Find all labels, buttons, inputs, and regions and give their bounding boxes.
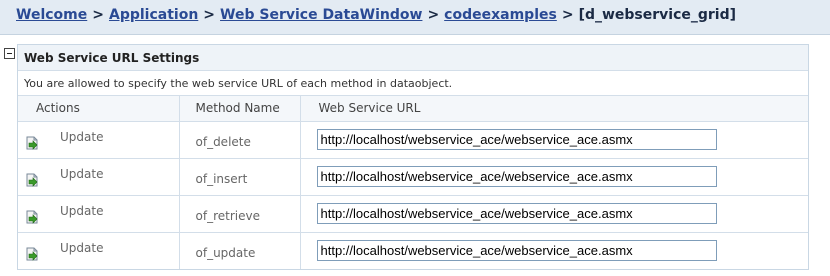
- table-row: Update of_delete: [18, 121, 808, 159]
- update-link[interactable]: Update: [60, 130, 103, 144]
- method-name-cell: of_insert: [179, 158, 301, 196]
- breadcrumb-link-codeexamples[interactable]: codeexamples: [444, 7, 557, 23]
- web-service-url-input[interactable]: [316, 240, 717, 262]
- method-name: of_retrieve: [195, 208, 260, 223]
- breadcrumb-separator: >: [203, 7, 216, 23]
- update-link[interactable]: Update: [60, 167, 103, 181]
- update-arrow-icon[interactable]: [26, 210, 40, 225]
- action-cell: Update: [18, 195, 180, 233]
- breadcrumb-link-application[interactable]: Application: [109, 7, 198, 23]
- column-header-web-service-url: Web Service URL: [300, 96, 808, 122]
- table-row: Update of_insert: [18, 158, 808, 196]
- grid-header-row: Actions Method Name Web Service URL: [18, 96, 808, 122]
- web-service-url-input[interactable]: [316, 129, 717, 150]
- column-header-method-name: Method Name: [179, 96, 301, 122]
- update-link[interactable]: Update: [60, 204, 103, 218]
- breadcrumb-separator: >: [427, 7, 440, 23]
- column-header-actions: Actions: [18, 96, 180, 122]
- url-cell: [300, 121, 808, 159]
- breadcrumb: Welcome > Application > Web Service DataWind…: [0, 0, 830, 35]
- method-name: of_insert: [195, 171, 248, 186]
- method-name-cell: of_retrieve: [179, 195, 301, 233]
- update-arrow-icon[interactable]: [26, 136, 40, 151]
- method-name: of_update: [195, 245, 256, 260]
- breadcrumb-link-web-service-datawindow[interactable]: Web Service DataWindow: [220, 7, 422, 23]
- web-service-url-input[interactable]: [316, 166, 717, 187]
- method-name-cell: of_delete: [179, 121, 301, 159]
- breadcrumb-separator: >: [561, 7, 574, 23]
- method-name-cell: of_update: [179, 232, 301, 269]
- url-cell: [300, 195, 808, 233]
- table-row: Update of_update: [18, 232, 808, 269]
- method-name: of_delete: [195, 134, 251, 149]
- action-cell: Update: [18, 232, 180, 269]
- table-row: Update of_retrieve: [18, 195, 808, 233]
- update-arrow-icon[interactable]: [26, 247, 40, 262]
- breadcrumb-current: [d_webservice_grid]: [578, 7, 737, 23]
- update-arrow-icon[interactable]: [26, 173, 40, 188]
- collapse-minus-icon[interactable]: [4, 48, 15, 59]
- breadcrumb-separator: >: [92, 7, 104, 23]
- url-cell: [300, 232, 808, 269]
- method-url-grid: Actions Method Name Web Service URL Upda…: [18, 96, 808, 269]
- url-cell: [300, 158, 808, 196]
- panel-description: You are allowed to specify the web servi…: [18, 71, 808, 96]
- action-cell: Update: [18, 158, 180, 196]
- breadcrumb-link-welcome[interactable]: Welcome: [16, 7, 87, 23]
- update-link[interactable]: Update: [60, 241, 103, 255]
- url-settings-panel: Web Service URL Settings You are allowed…: [17, 44, 809, 270]
- panel-title: Web Service URL Settings: [18, 45, 808, 71]
- web-service-url-input[interactable]: [316, 203, 717, 224]
- action-cell: Update: [18, 121, 180, 159]
